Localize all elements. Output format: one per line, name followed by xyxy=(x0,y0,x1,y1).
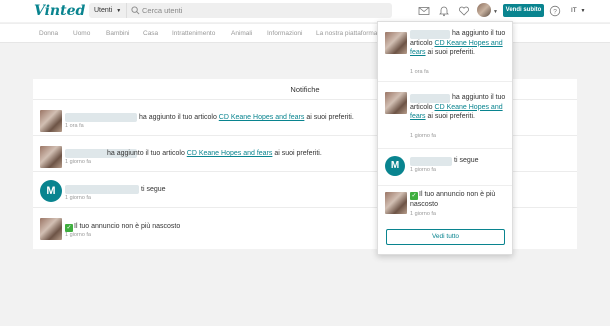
notification-time: 1 giorno fa xyxy=(410,211,436,217)
checkmark-icon: ✓ xyxy=(410,192,418,200)
user-avatar: M xyxy=(40,180,62,202)
search-category-select[interactable]: Utenti ▼ xyxy=(89,3,127,18)
notification-text: ✓ Il tuo annuncio non è più nascosto xyxy=(410,191,496,208)
notification-text: ha aggiunto il tuo articolo CD Keane Hop… xyxy=(139,114,354,121)
notification-text: ✓ Il tuo annuncio non è più nascosto xyxy=(65,223,181,232)
chevron-down-icon: ▼ xyxy=(580,8,586,14)
notification-text: ti segue xyxy=(141,186,166,193)
item-thumbnail xyxy=(40,110,62,132)
notification-time: 1 ora fa xyxy=(410,69,429,75)
item-thumbnail xyxy=(40,218,62,240)
language-select[interactable]: IT ▼ xyxy=(571,4,585,18)
user-avatar[interactable] xyxy=(477,3,491,17)
notification-time: 1 giorno fa xyxy=(65,159,91,165)
checkmark-icon: ✓ xyxy=(65,224,73,232)
language-label: IT xyxy=(571,7,577,14)
blurred-username xyxy=(65,113,137,122)
notification-time: 1 giorno fa xyxy=(410,133,436,139)
category-informazioni[interactable]: Informazioni xyxy=(267,24,302,44)
see-all-button[interactable]: Vedi tutto xyxy=(386,229,505,245)
top-header: Vinted Utenti ▼ Cerca utenti ▼ Vendi sub… xyxy=(0,0,610,22)
item-link[interactable]: CD Keane Hopes and fears xyxy=(219,114,305,121)
category-nav: Donna Uomo Bambini Casa Intrattenimento … xyxy=(0,23,610,43)
category-intrattenimento[interactable]: Intrattenimento xyxy=(172,24,215,44)
notification-text: ha aggiunto il tuo articolo CD Keane Hop… xyxy=(410,30,506,56)
search-icon xyxy=(131,6,140,15)
heart-icon[interactable] xyxy=(458,5,470,17)
blurred-username xyxy=(65,185,139,194)
notifications-dropdown: ha aggiunto il tuo articolo CD Keane Hop… xyxy=(377,21,513,255)
dropdown-notification[interactable]: ha aggiunto il tuo articolo CD Keane Hop… xyxy=(378,82,512,149)
notification-time: 1 giorno fa xyxy=(410,167,436,173)
notification-time: 1 giorno fa xyxy=(65,232,91,238)
category-piattaforma[interactable]: La nostra piattaforma xyxy=(316,24,377,44)
svg-text:?: ? xyxy=(553,8,557,15)
dropdown-notification[interactable]: ✓ Il tuo annuncio non è più nascosto 1 gi… xyxy=(378,186,512,224)
vinted-logo[interactable]: Vinted xyxy=(34,3,85,19)
category-uomo[interactable]: Uomo xyxy=(73,24,90,44)
category-casa[interactable]: Casa xyxy=(143,24,158,44)
category-animali[interactable]: Animali xyxy=(231,24,252,44)
notification-time: 1 giorno fa xyxy=(65,195,91,201)
category-donna[interactable]: Donna xyxy=(39,24,58,44)
item-link[interactable]: CD Keane Hopes and fears xyxy=(187,150,273,157)
item-thumbnail xyxy=(385,92,407,114)
notification-time: 1 ora fa xyxy=(65,123,84,129)
search-input[interactable]: Cerca utenti xyxy=(142,3,182,18)
user-avatar: M xyxy=(385,156,405,176)
mail-icon[interactable] xyxy=(418,5,430,17)
item-thumbnail xyxy=(40,146,62,168)
notification-text: ha aggiunto il tuo articolo CD Keane Hop… xyxy=(107,150,322,157)
help-icon[interactable]: ? xyxy=(549,5,561,17)
item-thumbnail xyxy=(385,32,407,54)
category-bambini[interactable]: Bambini xyxy=(106,24,129,44)
notification-text: ti segue xyxy=(454,157,479,164)
dropdown-notification[interactable]: M ti segue 1 giorno fa xyxy=(378,149,512,186)
dropdown-notification[interactable]: ha aggiunto il tuo articolo CD Keane Hop… xyxy=(378,22,512,82)
chevron-down-icon: ▼ xyxy=(116,8,122,14)
notification-text: ha aggiunto il tuo articolo CD Keane Hop… xyxy=(410,94,506,120)
chevron-down-icon[interactable]: ▼ xyxy=(493,9,498,15)
sell-now-button[interactable]: Vendi subito xyxy=(503,4,544,17)
search-bar: Utenti ▼ Cerca utenti xyxy=(89,3,392,18)
bell-icon[interactable] xyxy=(438,5,450,17)
item-thumbnail xyxy=(385,192,407,214)
search-category-label: Utenti xyxy=(94,7,113,14)
